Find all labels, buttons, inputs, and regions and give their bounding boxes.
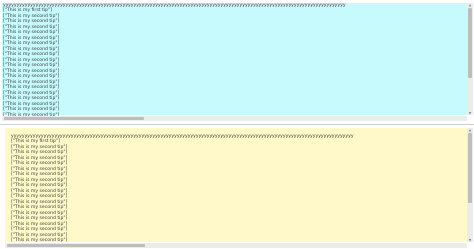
- top-second-tip: ["This is my second tip"]: [3, 52, 60, 57]
- bottom-vertical-scrollbar[interactable]: ▲ ▼: [467, 128, 473, 242]
- bottom-second-tip: ["This is my second tip"]: [11, 183, 68, 188]
- bottom-second-tip: ["This is my second tip"]: [11, 188, 68, 194]
- scroll-down-arrow-icon[interactable]: ▼: [467, 111, 473, 115]
- bottom-second-tip: ["This is my second tip"]: [11, 155, 68, 161]
- top-second-tip: ["This is my second tip"]: [3, 57, 60, 63]
- top-vertical-scroll-thumb[interactable]: [468, 8, 472, 78]
- top-second-tip: ["This is my second tip"]: [3, 68, 60, 74]
- bottom-second-tip: ["This is my second tip"]: [11, 205, 68, 210]
- bottom-second-tip: ["This is my second tip"]: [11, 227, 68, 232]
- top-second-tip: ["This is my second tip"]: [3, 74, 60, 79]
- top-horizontal-scrollbar[interactable]: [2, 116, 467, 121]
- top-second-tip: ["This is my second tip"]: [3, 30, 60, 35]
- top-second-tip: ["This is my second tip"]: [3, 24, 60, 30]
- top-pane: yyyyyyyyyyyyyyyyyyyyyyyyyyyyyyyyyyyyyyyy…: [0, 0, 474, 124]
- bottom-second-tip: ["This is my second tip"]: [11, 232, 68, 238]
- bottom-second-tip: ["This is my second tip"]: [11, 177, 68, 183]
- top-first-tip: ["This is my first tip"]: [3, 8, 52, 13]
- bottom-second-tip: ["This is my second tip"]: [11, 161, 68, 166]
- top-horizontal-scroll-thumb[interactable]: [4, 117, 144, 120]
- top-header-text: yyyyyyyyyyyyyyyyyyyyyyyyyyyyyyyyyyyyyyyy…: [3, 3, 346, 8]
- bottom-second-tip: ["This is my second tip"]: [11, 210, 68, 216]
- scroll-up-arrow-icon[interactable]: ▲: [467, 3, 473, 7]
- top-second-tip: ["This is my second tip"]: [3, 107, 60, 112]
- bottom-second-tip: ["This is my second tip"]: [11, 194, 68, 199]
- top-vertical-scrollbar[interactable]: ▲ ▼: [467, 3, 473, 115]
- bottom-horizontal-scroll-thumb[interactable]: [7, 244, 145, 247]
- top-second-tip: ["This is my second tip"]: [3, 13, 60, 19]
- top-second-tip: ["This is my second tip"]: [3, 79, 60, 85]
- bottom-second-tip: ["This is my second tip"]: [11, 172, 68, 177]
- bottom-vertical-scroll-thumb[interactable]: [468, 133, 472, 203]
- top-second-tip: ["This is my second tip"]: [3, 96, 60, 101]
- scroll-down-arrow-icon[interactable]: ▼: [467, 238, 473, 242]
- bottom-second-tip: ["This is my second tip"]: [11, 166, 68, 172]
- bottom-second-tip: ["This is my second tip"]: [11, 199, 68, 205]
- top-second-tip: ["This is my second tip"]: [3, 85, 60, 90]
- scroll-up-arrow-icon[interactable]: ▲: [467, 128, 473, 132]
- top-second-tip: ["This is my second tip"]: [3, 101, 60, 107]
- bottom-pane: yyyyyyyyyyyyyyyyyyyyyyyyyyyyyyyyyyyyyyyy…: [0, 125, 474, 249]
- top-second-tip: ["This is my second tip"]: [3, 63, 60, 68]
- bottom-first-tip: ["This is my first tip"]: [11, 139, 60, 144]
- top-second-tip: ["This is my second tip"]: [3, 19, 60, 24]
- bottom-horizontal-scrollbar[interactable]: [5, 243, 467, 248]
- bottom-second-tip: ["This is my second tip"]: [11, 216, 68, 221]
- bottom-second-tip: ["This is my second tip"]: [11, 221, 68, 227]
- top-second-tip: ["This is my second tip"]: [3, 90, 60, 96]
- top-second-tip: ["This is my second tip"]: [3, 46, 60, 52]
- bottom-pane-content[interactable]: yyyyyyyyyyyyyyyyyyyyyyyyyyyyyyyyyyyyyyyy…: [5, 128, 467, 243]
- bottom-second-tip: ["This is my second tip"]: [11, 150, 68, 155]
- bottom-header-text: yyyyyyyyyyyyyyyyyyyyyyyyyyyyyyyyyyyyyyyy…: [11, 134, 354, 139]
- top-pane-content[interactable]: yyyyyyyyyyyyyyyyyyyyyyyyyyyyyyyyyyyyyyyy…: [2, 3, 467, 118]
- bottom-second-tip: ["This is my second tip"]: [11, 144, 68, 150]
- top-second-tip: ["This is my second tip"]: [3, 35, 60, 41]
- top-second-tip: ["This is my second tip"]: [3, 41, 60, 46]
